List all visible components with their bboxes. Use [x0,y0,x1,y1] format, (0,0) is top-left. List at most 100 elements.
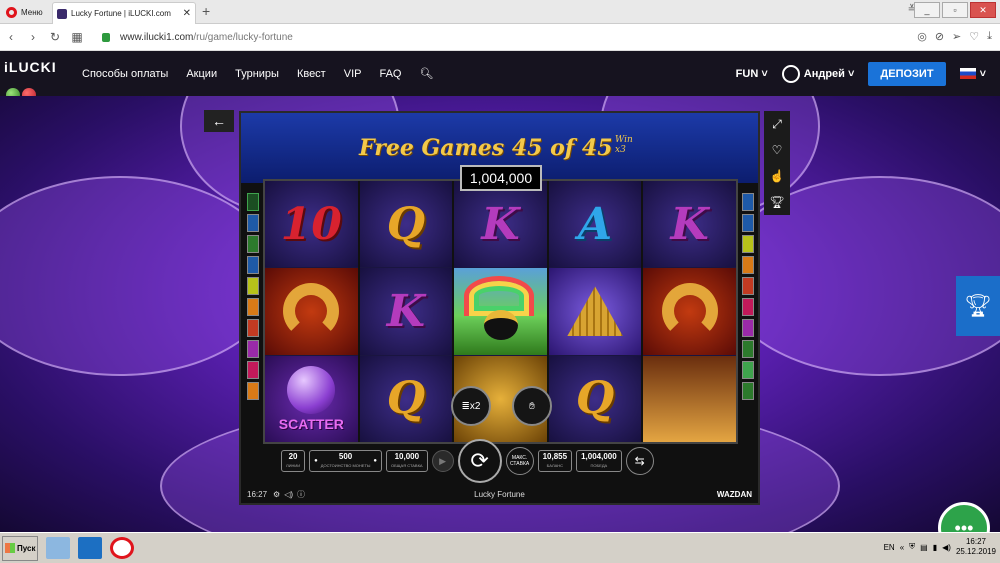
adblock-icon[interactable]: ⊘ [935,30,944,43]
site-logo[interactable]: iLUCKI [4,59,57,75]
bet-x2-button[interactable]: ≣ x2 [451,386,491,426]
volume-icon[interactable]: ◀) [942,543,951,552]
lines-value: 20 [288,452,298,461]
reel-symbol: Q [359,355,453,442]
opera-taskbar-icon[interactable] [110,537,134,559]
security-icon[interactable]: ⛨ [909,542,915,552]
send-icon[interactable]: ➢ [952,30,961,43]
favicon-icon [57,8,67,19]
logo-text: iLUCKI [4,59,57,75]
slot-game-frame: Free Games 45 of 45 Win x3 10 SCATTER Q K Q K A… [239,111,760,505]
speed-dial-icon[interactable]: ▦ [66,30,88,44]
reel: AQ [548,181,642,442]
coins-icon: ≣ [461,400,470,412]
forward-icon[interactable]: › [22,30,44,44]
win-label-ctl: ПОБЕДА [590,463,608,468]
opera-menu-button[interactable]: Меню [2,2,50,22]
total-bet-control[interactable]: 10,000 ОБЩАЯ СТАВКА [386,450,428,472]
coin-value-control[interactable]: ● 500 ДОСТОИНСТВО МОНЕТЫ ● [309,450,383,472]
payline-marker [247,298,259,316]
lines-control[interactable]: 20 ЛИНИИ [281,450,306,472]
fullscreen-icon[interactable]: ⤢ [764,111,790,137]
game-name: Lucky Fortune [474,489,525,499]
start-button[interactable]: Пуск [2,535,38,561]
url-path: /ru/game/lucky-fortune [193,31,293,43]
windows-taskbar: Пуск EN « ⛨ ▤ ▮ ◀) 16:27 25.12.2019 [0,532,1000,563]
header-right: FUN ˅ Андрей ˅ ДЕПОЗИТ ˅ [736,51,986,96]
nav-quest[interactable]: Квест [297,68,326,80]
download-icon[interactable]: ⤓ [987,30,992,43]
signal-icon[interactable]: ▮ [933,543,937,552]
bg-petal [0,176,280,376]
language-selector[interactable]: ˅ [959,68,986,80]
x2-label: x2 [469,400,481,412]
payline-marker [742,298,754,316]
crystal-ball-icon [287,365,336,414]
mode-selector[interactable]: FUN ˅ [736,68,768,80]
minimize-button[interactable]: _ [914,2,940,18]
reel-symbol: K [643,181,736,268]
spin-button[interactable]: ⟳ [457,439,502,483]
reel-symbol: K [359,268,453,355]
trophy-icon[interactable]: 🏆︎ [764,189,790,215]
reel-symbol: K [454,181,547,268]
url-host: www.ilucki1.com [120,31,194,43]
search-icon[interactable]: 🔍︎ [419,67,433,80]
browser-tab-active[interactable]: Lucky Fortune | iLUCKI.com ✕ [52,2,196,24]
maximize-button[interactable]: ▫ [942,2,968,18]
payline-marker [742,256,754,274]
nav-tournaments[interactable]: Турниры [235,68,279,80]
heart-icon[interactable]: ♡ [969,30,979,43]
reel-symbol: 10 [265,181,358,268]
coin-minus-icon[interactable]: ● [314,457,318,466]
deposit-button[interactable]: ДЕПОЗИТ [868,61,946,86]
camera-icon[interactable]: ◎ [917,30,927,43]
win-display: 1,004,000 ПОБЕДА [576,450,622,472]
new-tab-button[interactable]: + [202,3,210,19]
game-side-toolbar: ⤢ ♡ ☝ 🏆︎ [764,111,790,215]
hold-hand-button[interactable]: ✋︎ [512,386,552,426]
url-field[interactable]: www.ilucki1.com/ru/game/lucky-fortune [120,32,293,43]
reel-symbol [265,268,358,355]
address-bar-icons: ◎ ⊘ ➢ ♡ ⤓ [917,30,992,43]
payline-marker [247,361,259,379]
hand-icon[interactable]: ☝ [764,163,790,189]
mode-label: FUN [735,67,759,80]
gamble-button[interactable]: ⇆ [625,447,654,475]
balance-label: БАЛАНС [546,463,564,468]
reload-icon[interactable]: ↻ [44,30,66,44]
favorite-heart-icon[interactable]: ♡ [764,137,790,163]
payline-marker [247,340,259,358]
close-window-button[interactable]: ✕ [970,2,996,18]
coin-plus-icon[interactable]: ● [373,457,377,466]
tray-expand-icon[interactable]: « [900,543,904,552]
total-bet-label: ОБЩАЯ СТАВКА [391,463,423,468]
payline-marker [247,277,259,295]
reel-symbol: SCATTER [265,355,358,442]
file-explorer-icon[interactable] [46,537,70,559]
horseshoe-symbol-icon [661,283,718,340]
main-nav: Способы оплаты Акции Турниры Квест VIP F… [82,51,433,96]
maxthon-icon[interactable] [78,537,102,559]
language-indicator[interactable]: EN [884,543,895,552]
tab-close-icon[interactable]: ✕ [183,8,191,19]
max-bet-button[interactable]: МАКС. СТАВКА [505,447,534,475]
reel-symbol: A [548,181,642,268]
nav-promotions[interactable]: Акции [186,68,217,80]
tray-clock[interactable]: 16:27 25.12.2019 [956,537,996,557]
user-icon [781,64,800,83]
back-icon[interactable]: ‹ [0,30,22,44]
tournaments-trophy-tab[interactable]: 🏆︎ [956,276,1000,336]
game-footer: 16:27 ⚙ ◁) ⓘ Lucky Fortune WAZDAN [241,485,758,503]
nav-payment-methods[interactable]: Способы оплаты [82,68,168,80]
autoplay-button[interactable]: ▶ [431,450,454,472]
payline-marker [742,361,754,379]
hand-stop-icon: ✋︎ [529,400,535,412]
browser-tab-bar: Меню Lucky Fortune | iLUCKI.com ✕ + ≚ _ … [0,0,1000,24]
nav-faq[interactable]: FAQ [379,68,401,80]
user-menu[interactable]: Андрей ˅ [781,64,854,83]
network-icon[interactable]: ▤ [920,543,928,552]
back-arrow-button[interactable]: ← [204,110,234,132]
nav-vip[interactable]: VIP [344,68,362,80]
multiplier-value: x3 [615,145,626,155]
